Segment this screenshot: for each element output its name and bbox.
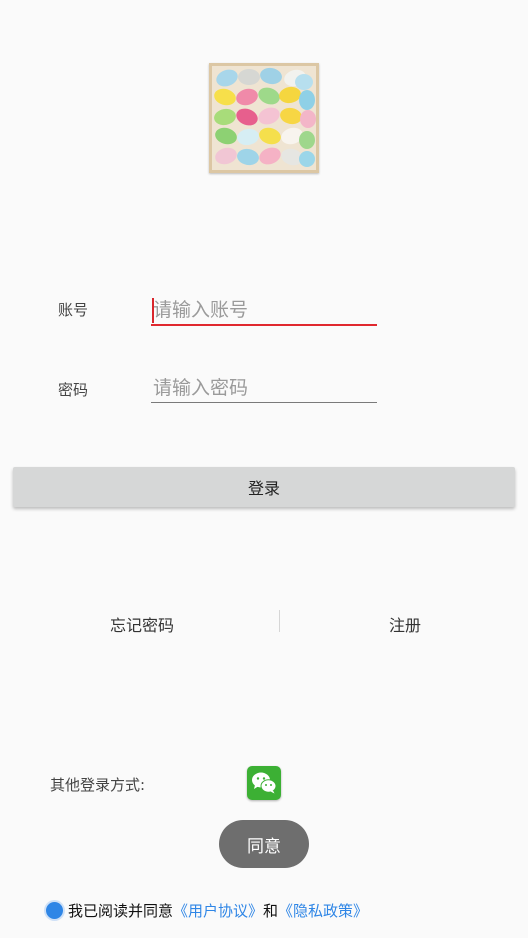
- other-login-label: 其他登录方式:: [50, 776, 146, 794]
- wechat-icon[interactable]: [247, 766, 281, 800]
- register-link[interactable]: 注册: [389, 612, 421, 636]
- account-label: 账号: [58, 301, 89, 319]
- password-input[interactable]: [151, 373, 377, 403]
- password-label: 密码: [58, 381, 89, 399]
- account-links: 忘记密码 注册: [0, 610, 528, 636]
- app-logo: [209, 63, 319, 173]
- agree-checkbox[interactable]: [46, 901, 63, 919]
- forgot-password-link[interactable]: 忘记密码: [110, 612, 174, 636]
- agreement-conjunction: 和: [263, 901, 279, 920]
- login-button[interactable]: 登录: [13, 467, 515, 507]
- text-cursor: [152, 298, 154, 323]
- user-agreement-link[interactable]: 《用户协议》: [173, 900, 263, 921]
- privacy-policy-link[interactable]: 《隐私政策》: [278, 900, 368, 921]
- account-input[interactable]: [151, 296, 377, 326]
- agreement-row: 我已阅读并同意 《用户协议》 和 《隐私政策》: [46, 899, 368, 921]
- toast-message: 同意: [219, 820, 309, 868]
- login-screen: 账号 密码 登录 忘记密码 注册 其他登录方式: 同意 我已阅读并同意 《用户协…: [0, 0, 528, 938]
- link-divider: [279, 610, 280, 632]
- agreement-prefix: 我已阅读并同意: [68, 901, 174, 920]
